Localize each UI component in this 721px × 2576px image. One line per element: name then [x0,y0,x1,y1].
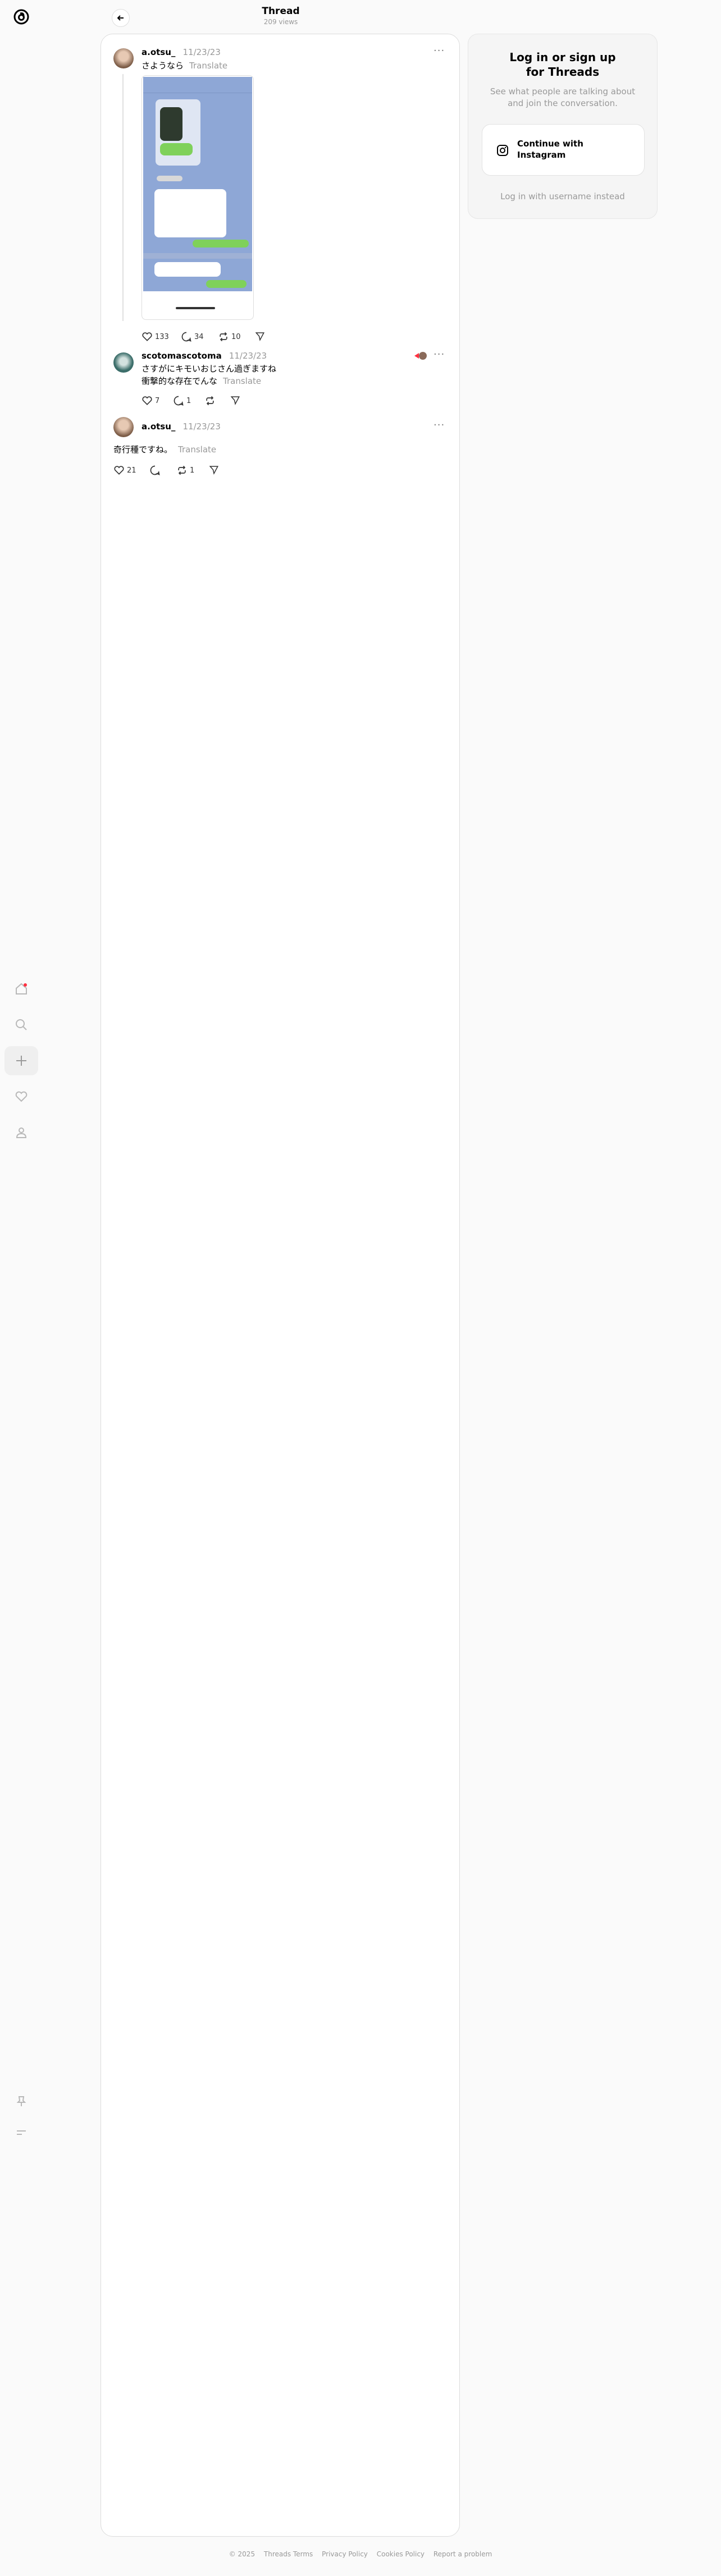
comment-icon [181,332,191,342]
comment-icon [150,465,160,475]
reply-author-avatars[interactable] [414,351,427,363]
translate-link[interactable]: Translate [223,376,261,386]
username[interactable]: a.otsu_ [142,47,175,57]
post-body: さようなら [142,61,184,71]
comment-icon [174,396,184,406]
translate-link[interactable]: Translate [189,61,227,71]
profile-icon[interactable] [11,1122,31,1143]
footer: © 2025 Threads Terms Privacy Policy Cook… [0,2550,721,2558]
heart-icon [114,466,124,475]
post-date[interactable]: 11/23/23 [183,421,221,432]
share-button[interactable] [230,395,240,405]
reply-count: 1 [186,396,191,405]
repost-icon [220,332,227,342]
username[interactable]: a.otsu_ [142,421,175,432]
menu-icon[interactable] [11,2123,31,2143]
more-options-icon[interactable]: ··· [433,349,445,360]
post-text: さすがにキモいおじさん過ぎますね 衝撃的な存在でんな Translate [142,363,276,387]
translate-link[interactable]: Translate [178,444,216,455]
repost-icon [206,396,214,406]
pin-icon[interactable] [11,2091,31,2111]
like-count: 133 [155,332,169,341]
continue-with-instagram-button[interactable]: Continue with Instagram [482,124,645,176]
repost-button[interactable]: 10 [218,331,241,342]
like-count: 21 [127,466,136,475]
reply-button[interactable] [149,465,161,476]
username[interactable]: scotomascotoma [142,351,222,361]
post-image[interactable] [142,75,254,320]
home-icon[interactable] [11,979,31,999]
share-button[interactable] [209,465,219,475]
like-button[interactable]: 21 [113,465,136,476]
post-date[interactable]: 11/23/23 [183,47,221,57]
chat-screenshot [143,77,252,291]
send-icon [255,332,264,341]
footer-cookies-link[interactable]: Cookies Policy [377,2550,425,2558]
footer-privacy-link[interactable]: Privacy Policy [322,2550,368,2558]
search-icon[interactable] [11,1015,31,1035]
post-header: a.otsu_ 11/23/23 [142,47,221,57]
reply-count: 34 [194,332,204,341]
login-panel: Log in or sign up for Threads See what p… [468,34,658,219]
post-body-line: 衝撃的な存在でんな [142,376,218,386]
repost-count: 10 [231,332,241,341]
instagram-icon [496,144,509,159]
repost-button[interactable] [204,395,216,406]
heart-icon [142,332,152,341]
like-button[interactable]: 7 [142,395,159,406]
send-icon [209,466,218,475]
send-icon [230,396,240,405]
repost-count: 1 [190,466,195,475]
more-options-icon[interactable]: ··· [433,45,445,57]
instagram-button-label: Continue with Instagram [517,139,583,160]
footer-terms-link[interactable]: Threads Terms [264,2550,313,2558]
thread-card [101,34,460,2537]
avatar[interactable] [113,417,134,437]
copyright: © 2025 [229,2550,255,2558]
more-options-icon[interactable]: ··· [433,419,445,431]
post-header: a.otsu_ 11/23/23 [142,421,221,432]
login-subtitle: See what people are talking about and jo… [490,86,636,108]
like-button[interactable]: 133 [142,331,169,342]
login-title: Log in or sign up for Threads [509,51,616,79]
thread-line [122,74,124,321]
post-body-line: さすがにキモいおじさん過ぎますね [142,364,277,374]
post-text: さようなら Translate [142,59,227,72]
repost-button[interactable]: 1 [176,465,194,476]
like-count: 7 [155,396,160,405]
view-count: 209 views [263,18,298,26]
page-title: Thread [262,6,300,17]
post-body: 奇行種ですね。 [113,444,173,455]
share-button[interactable] [255,331,265,341]
post-header: scotomascotoma 11/23/23 [142,350,267,361]
post-date[interactable]: 11/23/23 [229,351,267,361]
heart-icon[interactable] [11,1087,31,1107]
plus-icon [16,1056,26,1066]
reply-button[interactable]: 1 [173,395,191,406]
footer-report-link[interactable]: Report a problem [433,2550,492,2558]
login-with-username-link[interactable]: Log in with username instead [468,191,657,201]
heart-icon [142,396,152,405]
repost-icon [178,465,186,475]
reply-button[interactable]: 34 [181,331,204,342]
avatar[interactable] [113,352,134,373]
avatar[interactable] [113,48,134,68]
post-text: 奇行種ですね。 Translate [113,443,216,456]
create-post-button[interactable] [4,1046,38,1075]
